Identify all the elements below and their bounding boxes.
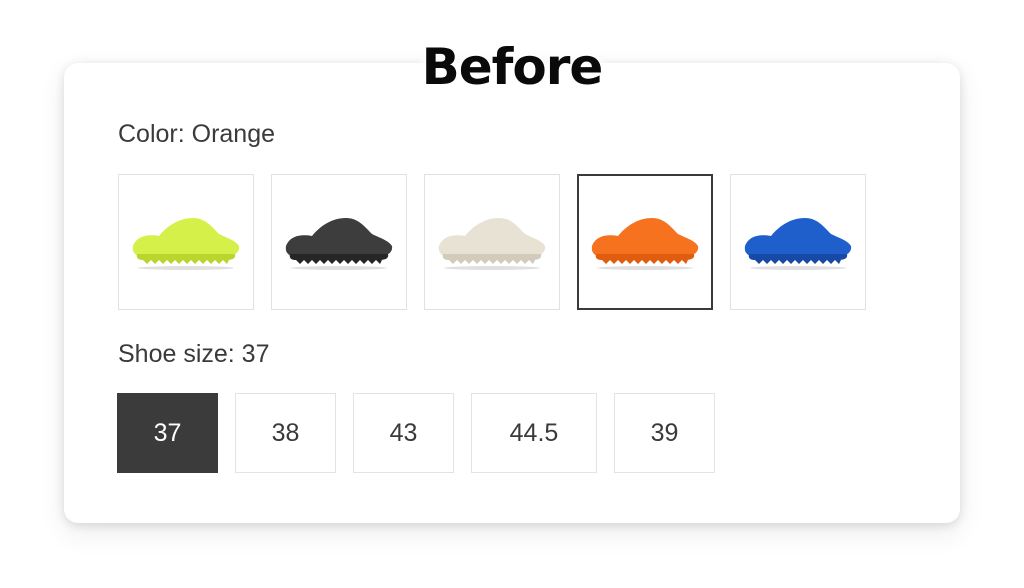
color-swatch-orange[interactable] [577,174,713,310]
color-label: Color: Orange [118,120,276,148]
size-option-38[interactable]: 38 [235,393,336,473]
size-option-list: 37 38 43 44.5 39 [117,393,715,473]
color-swatch-onyx[interactable] [271,174,407,310]
product-options-screenshot: Before Color: Orange Shoe size: 37 37 38… [0,0,1024,588]
color-swatch-glow-green[interactable] [118,174,254,310]
slide-sandal-image [591,218,699,270]
shoe-size-label: Shoe size: 37 [118,340,270,368]
size-option-44-5[interactable]: 44.5 [471,393,597,473]
slide-sandal-image [285,218,393,270]
size-option-43[interactable]: 43 [353,393,454,473]
color-swatch-bone[interactable] [424,174,560,310]
size-option-39[interactable]: 39 [614,393,715,473]
slide-sandal-image [744,218,852,270]
color-swatch-list [118,174,866,310]
slide-sandal-image [132,218,240,270]
color-swatch-blue[interactable] [730,174,866,310]
size-option-37[interactable]: 37 [117,393,218,473]
before-badge: Before [421,38,604,96]
slide-sandal-image [438,218,546,270]
